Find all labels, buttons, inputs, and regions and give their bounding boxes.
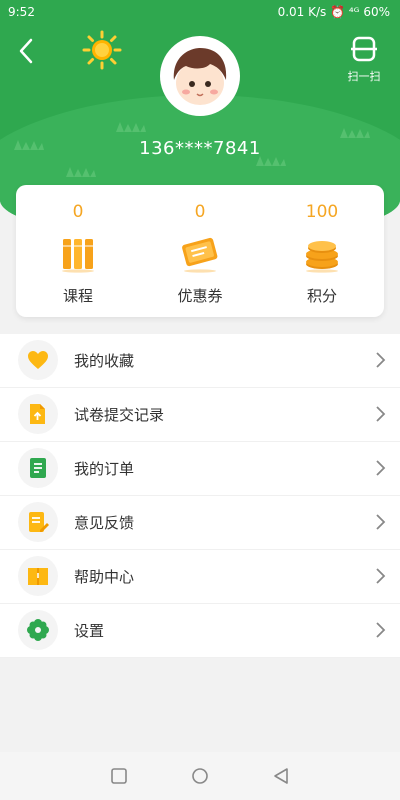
menu-item-label: 意见反馈 (74, 514, 135, 532)
stat-courses[interactable]: 0 课程 (18, 185, 138, 317)
grass-decoration-icon (66, 167, 96, 177)
menu-list: 我的收藏 试卷提交记录 我的订单 意见反馈 帮助中心 设置 (0, 334, 400, 658)
grass-decoration-icon (340, 128, 370, 138)
recents-square-icon[interactable] (109, 766, 129, 786)
status-time: 9:52 (8, 5, 35, 19)
sun-icon (82, 30, 122, 70)
home-circle-icon[interactable] (190, 766, 210, 786)
chevron-right-icon (376, 568, 386, 584)
chevron-left-icon (19, 38, 33, 64)
stat-coupons-value: 0 (194, 202, 206, 222)
heart-icon (28, 351, 48, 369)
menu-icon-wrap (18, 340, 58, 380)
gear-icon (27, 619, 49, 641)
stat-courses-label: 课程 (62, 287, 93, 305)
menu-item-settings[interactable]: 设置 (0, 604, 400, 658)
back-triangle-icon[interactable] (271, 766, 291, 786)
stats-card: 0 课程 0 优惠券 100 积分 (16, 185, 384, 317)
help-book-icon (28, 568, 48, 585)
menu-item-help[interactable]: 帮助中心 (0, 550, 400, 604)
grass-decoration-icon (116, 122, 146, 132)
chevron-right-icon (376, 406, 386, 422)
menu-icon-wrap (18, 502, 58, 542)
chevron-right-icon (376, 622, 386, 638)
avatar-face-icon (173, 48, 227, 105)
menu-icon-wrap (18, 556, 58, 596)
stat-coupons[interactable]: 0 优惠券 (140, 185, 260, 317)
menu-item-label: 我的订单 (74, 460, 135, 478)
status-bar: 9:52 0.01 K/s ⏰ ⁴ᴳ 60% (0, 0, 400, 24)
scan-button[interactable]: 扫一扫 (342, 36, 386, 90)
order-book-icon (30, 458, 46, 478)
chevron-right-icon (376, 514, 386, 530)
document-upload-icon (30, 404, 45, 424)
stat-points[interactable]: 100 积分 (262, 185, 382, 317)
menu-icon-wrap (18, 610, 58, 650)
feedback-edit-icon (29, 512, 49, 532)
stat-coupons-label: 优惠券 (177, 287, 223, 305)
coupon-icon (182, 237, 218, 273)
menu-item-exam-records[interactable]: 试卷提交记录 (0, 388, 400, 442)
menu-icon-wrap (18, 448, 58, 488)
scan-icon (351, 36, 377, 62)
back-button[interactable] (16, 36, 42, 66)
user-phone: 136****7841 (139, 138, 261, 159)
menu-icon-wrap (18, 394, 58, 434)
menu-item-label: 试卷提交记录 (74, 406, 165, 424)
chevron-right-icon (376, 352, 386, 368)
menu-item-label: 帮助中心 (74, 568, 135, 586)
status-indicators: 0.01 K/s ⏰ ⁴ᴳ 60% (277, 5, 390, 19)
stat-points-value: 100 (305, 202, 339, 222)
menu-item-label: 我的收藏 (74, 352, 135, 370)
books-icon (62, 239, 94, 273)
menu-item-orders[interactable]: 我的订单 (0, 442, 400, 496)
chevron-right-icon (376, 460, 386, 476)
system-nav-bar (0, 752, 400, 800)
stat-courses-value: 0 (72, 202, 84, 222)
coins-icon (306, 241, 338, 273)
avatar[interactable] (160, 36, 240, 116)
menu-item-feedback[interactable]: 意见反馈 (0, 496, 400, 550)
menu-item-favorites[interactable]: 我的收藏 (0, 334, 400, 388)
scan-label: 扫一扫 (347, 70, 381, 83)
menu-item-label: 设置 (74, 622, 105, 640)
stat-points-label: 积分 (306, 287, 337, 305)
